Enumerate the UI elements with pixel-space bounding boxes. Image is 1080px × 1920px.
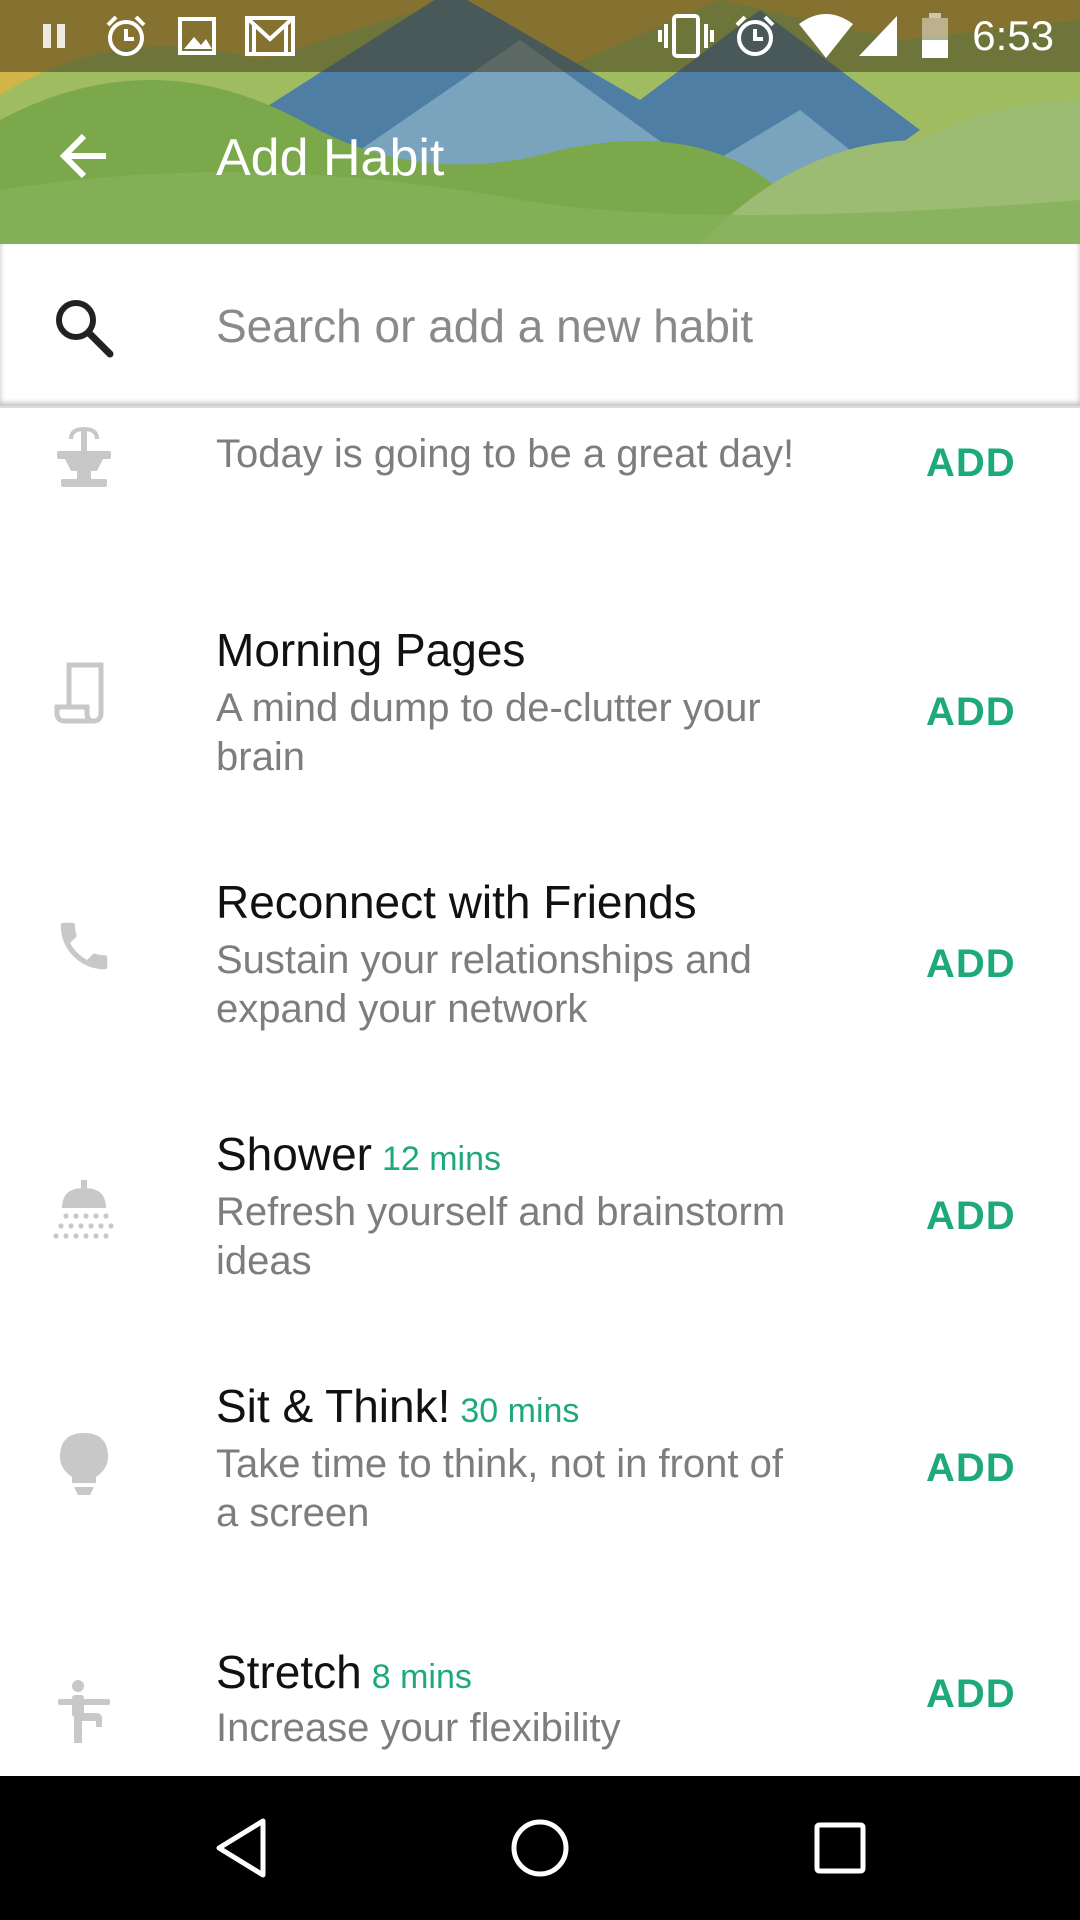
add-button[interactable]: ADD: [926, 1672, 1016, 1717]
add-button[interactable]: ADD: [926, 942, 1016, 987]
signal-icon: [856, 14, 900, 58]
arrow-left-icon: [59, 133, 106, 179]
shower-icon: [48, 1176, 120, 1248]
habit-list: Today is going to be a great day! ADD Mo…: [0, 410, 1080, 1776]
habit-title: Morning Pages: [216, 624, 526, 676]
navigation-bar: [0, 1776, 1080, 1920]
notepad-icon: [48, 658, 120, 730]
habit-title: Stretch 8 mins: [216, 1646, 472, 1698]
habit-title: Shower 12 mins: [216, 1128, 502, 1180]
pause-icon: [36, 14, 72, 58]
habit-duration: 30 mins: [460, 1392, 580, 1430]
alarm-icon: [730, 14, 780, 58]
wifi-icon: [796, 14, 856, 58]
page-title: Add Habit: [216, 129, 445, 187]
image-icon: [174, 14, 220, 58]
habit-description: A mind dump to de-clutter your brain: [216, 686, 761, 779]
fountain-icon: [48, 420, 120, 492]
list-item[interactable]: Stretch 8 mins Increase your flexibility …: [0, 1596, 1080, 1776]
status-bar: 6:53: [0, 0, 1080, 72]
home-icon[interactable]: [500, 1808, 580, 1888]
habit-description: Today is going to be a great day!: [216, 432, 795, 476]
add-button[interactable]: ADD: [926, 690, 1016, 735]
add-button[interactable]: ADD: [926, 1194, 1016, 1239]
list-item[interactable]: Today is going to be a great day! ADD: [0, 410, 1080, 520]
habit-duration: 12 mins: [381, 1140, 502, 1178]
search-icon: [48, 292, 120, 364]
list-item[interactable]: Shower 12 mins Refresh yourself and brain…: [0, 1092, 1080, 1332]
status-time: 6:53: [972, 12, 1054, 59]
habit-description: Take time to think, not in front of a sc…: [216, 1442, 783, 1535]
battery-icon: [918, 13, 952, 58]
habit-duration: 8 mins: [371, 1658, 472, 1696]
alarm-icon: [102, 14, 150, 58]
search-bar: [0, 244, 1080, 408]
recents-icon[interactable]: [800, 1808, 880, 1888]
back-button[interactable]: [44, 116, 124, 196]
gmail-icon: [242, 14, 298, 58]
habit-description: Increase your flexibility: [216, 1706, 621, 1750]
add-button[interactable]: ADD: [926, 1446, 1016, 1491]
list-item[interactable]: Reconnect with Friends Sustain your rela…: [0, 840, 1080, 1080]
app-bar: Add Habit: [0, 72, 1080, 244]
stretch-icon: [48, 1676, 120, 1748]
back-icon[interactable]: [202, 1808, 282, 1888]
habit-description: Sustain your relationships and expand yo…: [216, 938, 752, 1031]
habit-title: Reconnect with Friends: [216, 876, 697, 928]
app-header: 6:53 Add Habit: [0, 0, 1080, 244]
habit-title: Sit & Think! 30 mins: [216, 1380, 580, 1432]
phone-icon: [48, 910, 120, 982]
list-item[interactable]: Morning Pages A mind dump to de-clutter …: [0, 588, 1080, 828]
search-input[interactable]: [216, 290, 1016, 362]
habit-description: Refresh yourself and brainstorm ideas: [216, 1190, 786, 1283]
vibrate-icon: [656, 14, 716, 58]
list-item[interactable]: Sit & Think! 30 mins Take time to think, …: [0, 1344, 1080, 1584]
add-button[interactable]: ADD: [926, 441, 1016, 486]
lightbulb-icon: [48, 1428, 120, 1500]
